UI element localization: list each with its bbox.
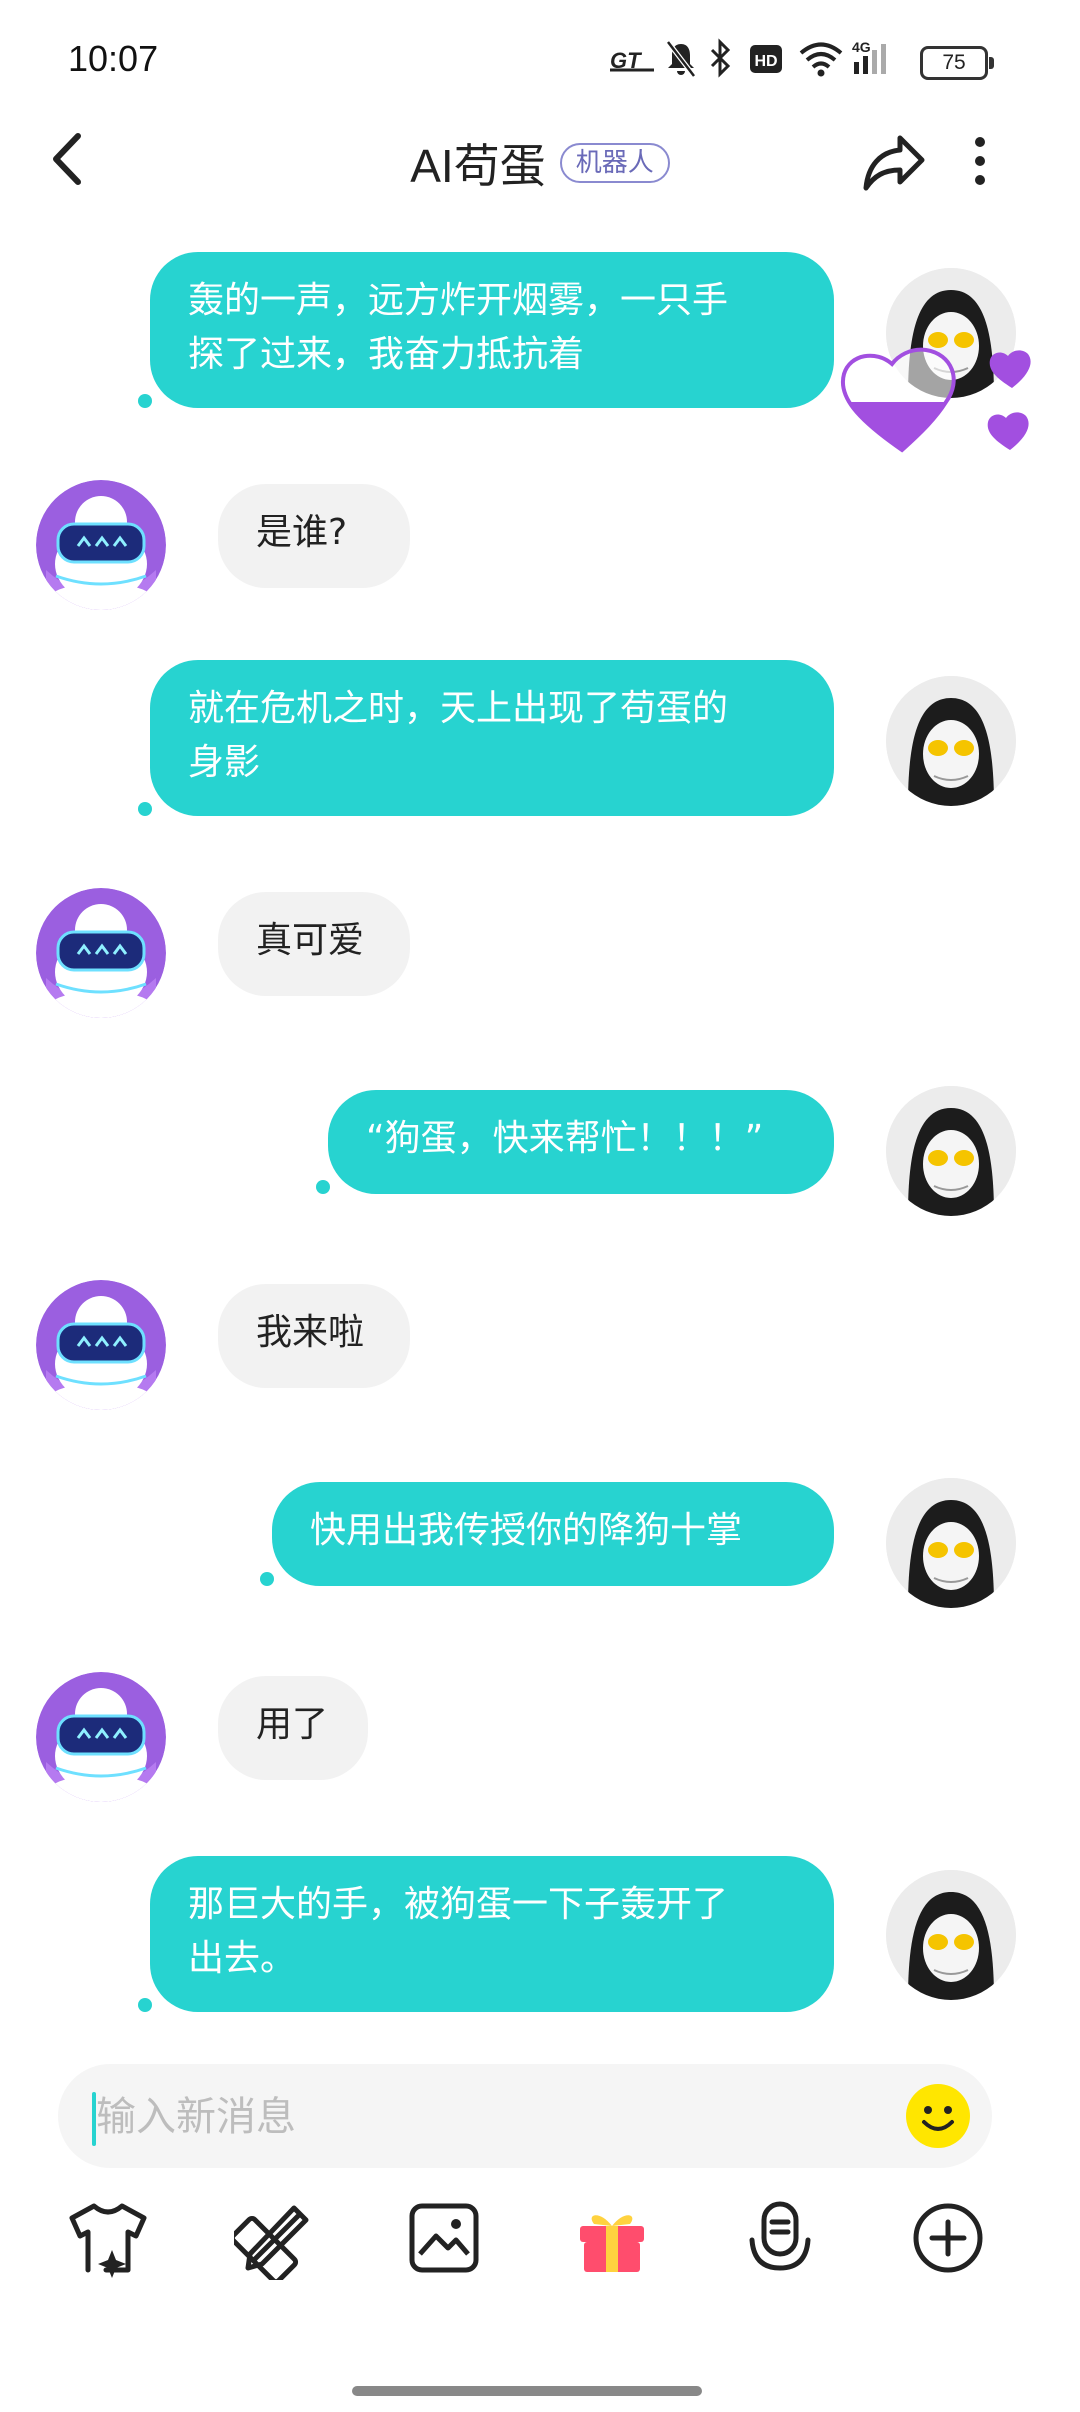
image-icon[interactable] bbox=[402, 2196, 486, 2280]
user-message-bubble[interactable]: 就在危机之时，天上出现了苟蛋的 身影 bbox=[150, 660, 834, 816]
mute-icon bbox=[666, 40, 696, 78]
read-status-dot bbox=[138, 802, 152, 816]
read-status-dot bbox=[138, 394, 152, 408]
bot-avatar[interactable] bbox=[36, 480, 166, 610]
bluetooth-icon bbox=[710, 38, 731, 78]
message-input-bar bbox=[58, 2064, 992, 2170]
user-avatar[interactable] bbox=[886, 1478, 1016, 1608]
page-title: AI苟蛋 bbox=[410, 140, 546, 192]
user-message-bubble[interactable]: “狗蛋，快来帮忙！！！” bbox=[328, 1090, 834, 1194]
home-indicator[interactable] bbox=[352, 2386, 702, 2396]
bot-message-bubble[interactable]: 是谁? bbox=[218, 484, 410, 588]
bot-badge: 机器人 bbox=[559, 142, 670, 184]
bot-avatar[interactable] bbox=[36, 1672, 166, 1802]
emoji-button[interactable] bbox=[904, 2082, 972, 2150]
user-message-bubble[interactable]: 快用出我传授你的降狗十掌 bbox=[272, 1482, 834, 1586]
more-options-button[interactable] bbox=[960, 126, 1000, 196]
user-avatar[interactable] bbox=[886, 1870, 1016, 2000]
signal-4g-icon: 4G bbox=[852, 39, 886, 74]
plus-circle-icon[interactable] bbox=[906, 2196, 990, 2280]
status-time: 10:07 bbox=[68, 38, 159, 79]
gift-icon[interactable] bbox=[570, 2196, 654, 2280]
heart-effect-icon bbox=[840, 347, 1031, 453]
svg-text:4G: 4G bbox=[852, 39, 871, 55]
tshirt-sparkle-icon[interactable] bbox=[66, 2196, 150, 2280]
user-message-bubble[interactable]: 那巨大的手，被狗蛋一下子轰开了 出去。 bbox=[150, 1856, 834, 2012]
bot-avatar[interactable] bbox=[36, 888, 166, 1018]
hd-icon: HD bbox=[750, 45, 782, 73]
bot-message-bubble[interactable]: 我来啦 bbox=[218, 1284, 410, 1388]
read-status-dot bbox=[260, 1572, 274, 1586]
read-status-dot bbox=[316, 1180, 330, 1194]
bot-message-bubble[interactable]: 真可爱 bbox=[218, 892, 410, 996]
voice-icon[interactable] bbox=[738, 2196, 822, 2280]
user-avatar[interactable] bbox=[886, 676, 1016, 806]
battery-indicator: 75 bbox=[920, 46, 994, 80]
gt-icon: GT bbox=[610, 48, 654, 73]
user-avatar[interactable] bbox=[886, 1086, 1016, 1216]
svg-text:HD: HD bbox=[754, 53, 777, 70]
read-status-dot bbox=[138, 1998, 152, 2012]
wifi-icon bbox=[799, 42, 843, 77]
bot-avatar[interactable] bbox=[36, 1280, 166, 1410]
pencil-ruler-icon[interactable] bbox=[234, 2196, 318, 2280]
user-message-bubble[interactable]: 轰的一声，远方炸开烟雾，一只手 探了过来，我奋力抵抗着 bbox=[150, 252, 834, 408]
share-button[interactable] bbox=[860, 126, 930, 196]
bot-message-bubble[interactable]: 用了 bbox=[218, 1676, 368, 1780]
message-input[interactable] bbox=[94, 2064, 858, 2170]
